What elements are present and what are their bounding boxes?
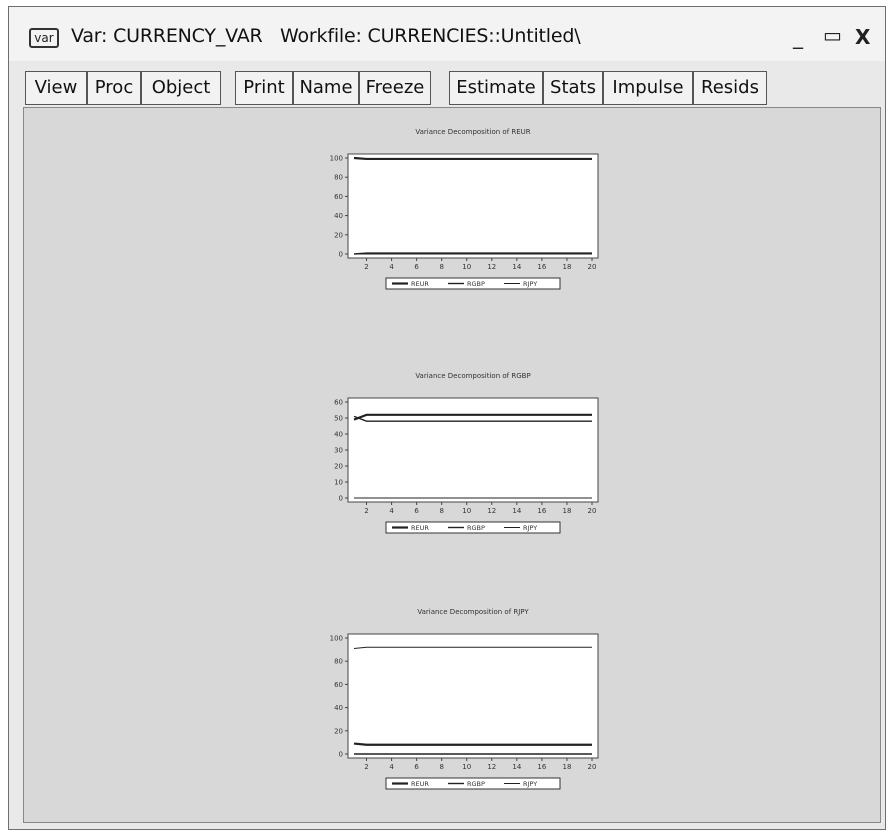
x-tick-label: 16	[537, 263, 546, 271]
y-tick-label: 80	[334, 658, 343, 666]
object-button[interactable]: Object	[141, 71, 221, 105]
legend-label: RGBP	[467, 280, 485, 288]
estimate-button[interactable]: Estimate	[449, 71, 543, 105]
legend-label: REUR	[411, 524, 429, 532]
x-tick-label: 10	[462, 763, 471, 771]
chart-title: Variance Decomposition of RGBP	[415, 372, 530, 380]
var-window: var Var: CURRENCY_VAR Workfile: CURRENCI…	[8, 6, 886, 830]
y-tick-label: 10	[334, 479, 343, 487]
y-tick-label: 20	[334, 231, 343, 239]
plot-area	[347, 633, 599, 759]
view-button[interactable]: View	[25, 71, 87, 105]
chart-3: Variance Decomposition of RJPY 0 20 40 60 80 1…	[330, 608, 599, 790]
graph-area: Variance Decomposition of REUR 0 20 40 60 80 1…	[23, 107, 881, 823]
plot-area	[347, 153, 599, 259]
freeze-button[interactable]: Freeze	[359, 71, 431, 105]
name-button[interactable]: Name	[293, 71, 359, 105]
title-bar[interactable]: var Var: CURRENCY_VAR Workfile: CURRENCI…	[9, 7, 885, 61]
y-tick-label: 0	[339, 251, 343, 259]
y-tick-label: 60	[334, 399, 343, 407]
legend-label: RGBP	[467, 780, 485, 788]
x-tick-label: 10	[462, 263, 471, 271]
x-tick-label: 18	[562, 263, 571, 271]
var-icon[interactable]: var	[29, 28, 59, 48]
x-tick-label: 8	[439, 507, 443, 515]
resids-button[interactable]: Resids	[693, 71, 767, 105]
y-tick-label: 0	[339, 495, 343, 503]
minimize-button[interactable]: _	[793, 25, 803, 49]
y-tick-label: 30	[334, 447, 343, 455]
chart-title: Variance Decomposition of REUR	[415, 128, 530, 136]
chart-2: Variance Decomposition of RGBP 0 10 20 30 40 5…	[334, 372, 599, 534]
x-tick-label: 18	[562, 507, 571, 515]
y-tick-label: 40	[334, 212, 343, 220]
plot-area	[347, 397, 599, 503]
x-tick-label: 4	[389, 263, 394, 271]
y-tick-label: 60	[334, 193, 343, 201]
stats-button[interactable]: Stats	[543, 71, 603, 105]
x-tick-label: 12	[487, 507, 496, 515]
print-button[interactable]: Print	[235, 71, 293, 105]
toolbar: View Proc Object Print Name Freeze Estim…	[25, 71, 883, 107]
x-tick-label: 14	[512, 263, 521, 271]
x-tick-label: 2	[364, 263, 368, 271]
y-tick-label: 20	[334, 463, 343, 471]
x-tick-label: 16	[537, 507, 546, 515]
x-tick-label: 4	[389, 763, 394, 771]
x-tick-label: 20	[588, 763, 597, 771]
y-tick-label: 80	[334, 174, 343, 182]
legend-label: REUR	[411, 780, 429, 788]
series-line-reur	[353, 742, 592, 746]
y-tick-label: 0	[339, 751, 343, 759]
x-tick-label: 8	[439, 763, 443, 771]
x-tick-label: 2	[364, 507, 368, 515]
window-title: Var: CURRENCY_VAR Workfile: CURRENCIES::…	[71, 25, 581, 47]
x-tick-label: 6	[414, 763, 419, 771]
x-tick-label: 6	[414, 507, 419, 515]
x-tick-label: 8	[439, 263, 443, 271]
x-tick-label: 12	[487, 763, 496, 771]
y-tick-label: 40	[334, 704, 343, 712]
x-tick-label: 10	[462, 507, 471, 515]
y-tick-label: 100	[330, 155, 343, 163]
x-tick-label: 14	[512, 763, 521, 771]
x-tick-label: 18	[562, 763, 571, 771]
x-tick-label: 16	[537, 763, 546, 771]
impulse-button[interactable]: Impulse	[603, 71, 693, 105]
variance-decomposition-graphs: Variance Decomposition of REUR0204060801…	[330, 128, 599, 790]
x-tick-label: 6	[414, 263, 419, 271]
y-tick-label: 40	[334, 431, 343, 439]
x-tick-label: 2	[364, 763, 368, 771]
series-line-reur	[353, 156, 592, 161]
legend-label: RJPY	[523, 524, 537, 532]
x-tick-label: 12	[487, 263, 496, 271]
legend-label: RJPY	[523, 780, 537, 788]
y-tick-label: 60	[334, 681, 343, 689]
chart-title: Variance Decomposition of RJPY	[417, 608, 529, 616]
close-button[interactable]: X	[855, 25, 870, 49]
y-tick-label: 50	[334, 415, 343, 423]
chart-1: Variance Decomposition of REUR 0 20 40 60 80 1…	[330, 128, 599, 290]
proc-button[interactable]: Proc	[87, 71, 141, 105]
x-tick-label: 20	[588, 263, 597, 271]
legend-label: REUR	[411, 280, 429, 288]
x-tick-label: 20	[588, 507, 597, 515]
y-tick-label: 20	[334, 727, 343, 735]
legend-label: RJPY	[523, 280, 537, 288]
maximize-button[interactable]: ▭	[823, 23, 842, 47]
x-tick-label: 14	[512, 507, 521, 515]
y-tick-label: 100	[330, 635, 343, 643]
legend-label: RGBP	[467, 524, 485, 532]
x-tick-label: 4	[389, 507, 394, 515]
